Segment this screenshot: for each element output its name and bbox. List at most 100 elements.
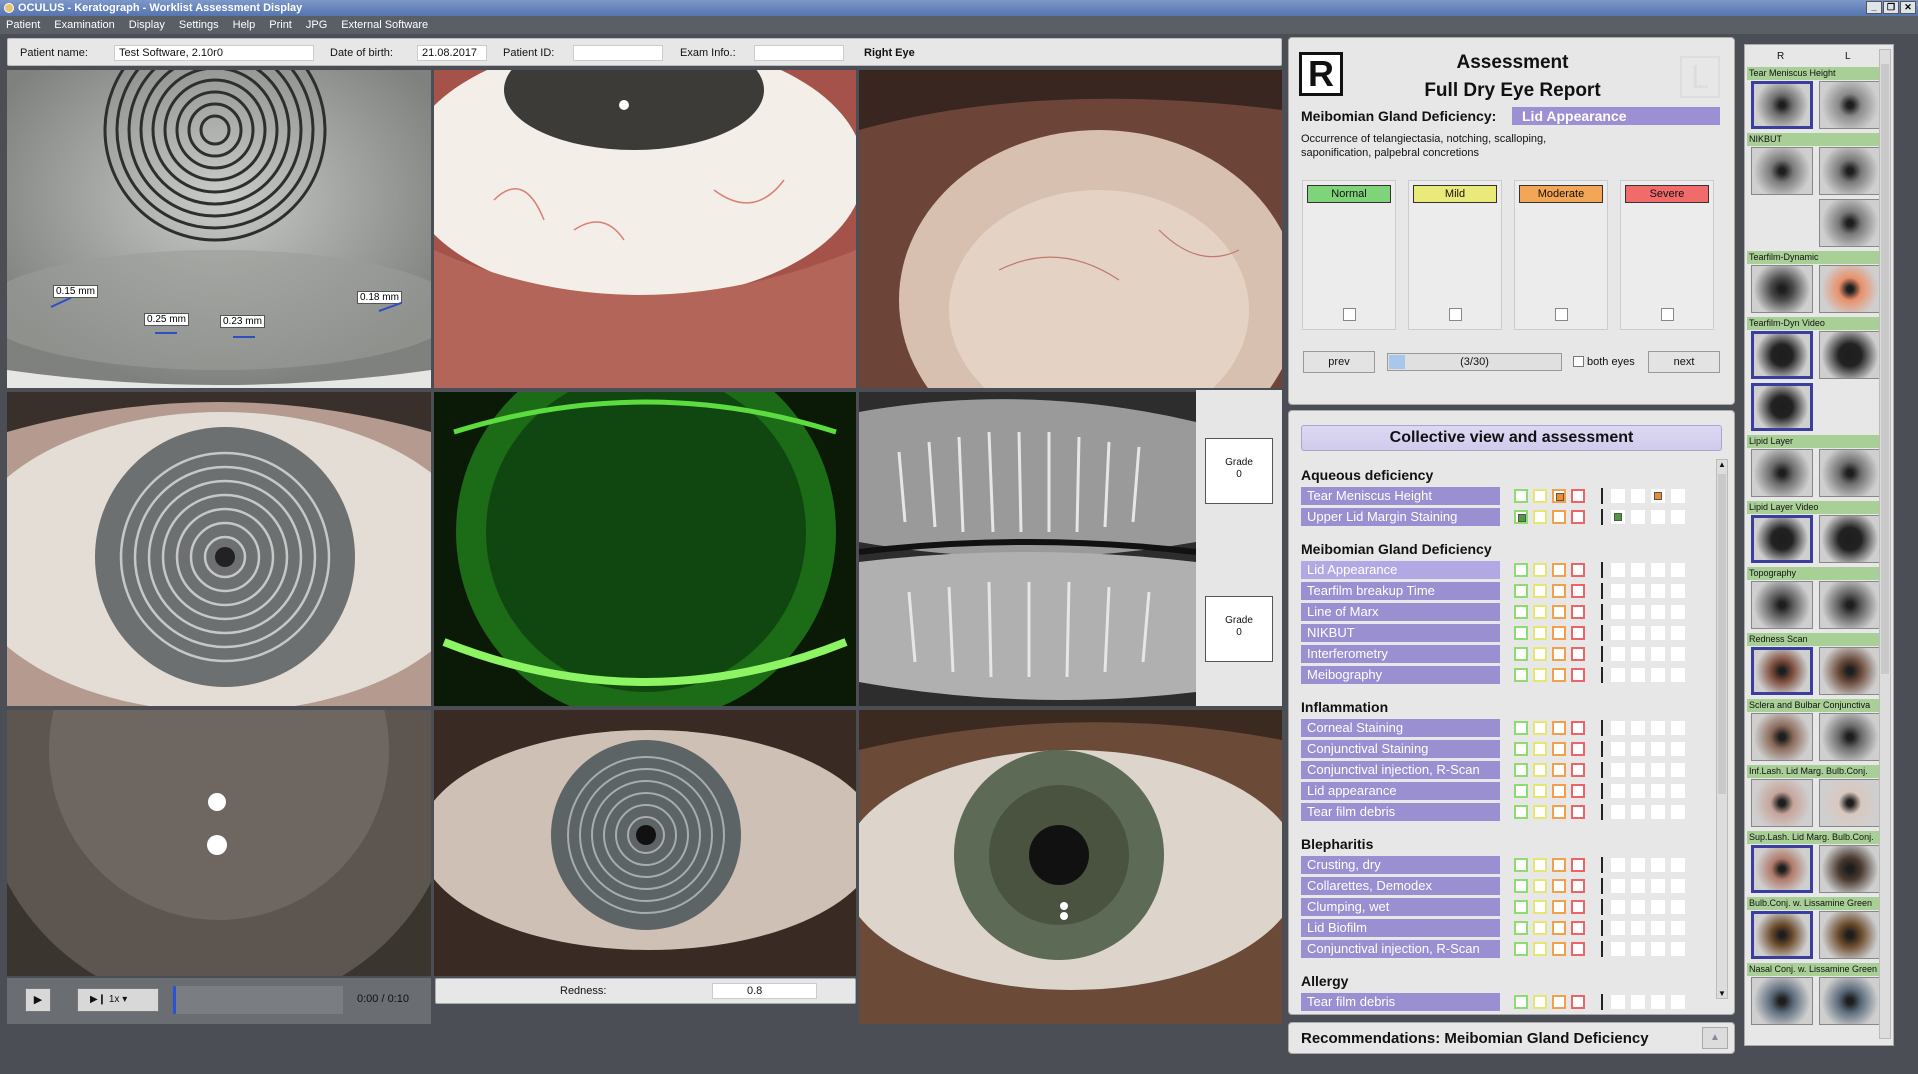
thumbnail-image[interactable]	[1819, 147, 1881, 195]
right-eye-grade-cell[interactable]	[1533, 879, 1547, 893]
both-eyes-toggle[interactable]: both eyes	[1573, 356, 1635, 368]
scroll-up-icon[interactable]: ▲	[1717, 460, 1727, 469]
speed-selector[interactable]: ▶❙ 1x ▾	[77, 988, 159, 1012]
right-eye-grade-cell[interactable]	[1552, 879, 1566, 893]
menu-external-software[interactable]: External Software	[341, 19, 428, 31]
thumbnail-image[interactable]	[1751, 647, 1813, 695]
right-eye-grade-cell[interactable]	[1552, 721, 1566, 735]
right-eye-grade-cell[interactable]	[1571, 721, 1585, 735]
left-eye-grade-cell[interactable]	[1631, 626, 1645, 640]
severity-mild-checkbox[interactable]	[1449, 308, 1462, 321]
right-eye-grade-cell[interactable]	[1533, 763, 1547, 777]
severity-normal[interactable]: Normal	[1302, 180, 1396, 330]
left-eye-grade-cell[interactable]	[1611, 879, 1625, 893]
right-eye-grade-cell[interactable]	[1514, 942, 1528, 956]
patient-id-field[interactable]	[573, 45, 663, 61]
scroll-thumb[interactable]	[1718, 474, 1726, 794]
right-eye-grade-cell[interactable]	[1533, 942, 1547, 956]
assessment-row[interactable]: Upper Lid Margin Staining	[1301, 508, 1691, 526]
right-eye-grade-cell[interactable]	[1552, 605, 1566, 619]
right-eye-grade-cell[interactable]	[1552, 563, 1566, 577]
maximize-button[interactable]: ❐	[1883, 1, 1899, 14]
next-button[interactable]: next	[1648, 351, 1720, 373]
assessment-row-label[interactable]: Tear film debris	[1301, 803, 1500, 821]
left-eye-grade-cell[interactable]	[1611, 921, 1625, 935]
right-eye-grade-cell[interactable]	[1533, 900, 1547, 914]
left-eye-grade-cell[interactable]	[1671, 721, 1685, 735]
thumbnail-image[interactable]	[1819, 845, 1881, 893]
assessment-row-label[interactable]: Meibography	[1301, 666, 1500, 684]
left-eye-grade-cell[interactable]	[1611, 563, 1625, 577]
right-eye-grade-cell[interactable]	[1514, 858, 1528, 872]
left-eye-grade-cell[interactable]	[1631, 510, 1645, 524]
left-eye-grade-cell[interactable]	[1611, 510, 1625, 524]
recommendations-bar[interactable]: Recommendations: Meibomian Gland Deficie…	[1288, 1022, 1735, 1054]
thumbnail-image[interactable]	[1819, 331, 1881, 379]
left-eye-grade-cell[interactable]	[1611, 763, 1625, 777]
right-eye-grade-cell[interactable]	[1514, 805, 1528, 819]
right-eye-grade-cell[interactable]	[1514, 563, 1528, 577]
left-eye-grade-cell[interactable]	[1611, 647, 1625, 661]
right-eye-grade-cell[interactable]	[1552, 742, 1566, 756]
left-eye-grade-cell[interactable]	[1651, 647, 1665, 661]
thumbnail-image[interactable]	[1751, 581, 1813, 629]
left-eye-grade-cell[interactable]	[1631, 668, 1645, 682]
minimize-button[interactable]: _	[1866, 1, 1882, 14]
right-eye-grade-cell[interactable]	[1571, 584, 1585, 598]
left-eye-grade-cell[interactable]	[1631, 879, 1645, 893]
thumbnail-image[interactable]	[1819, 713, 1881, 761]
left-eye-grade-cell[interactable]	[1651, 763, 1665, 777]
left-eye-grade-cell[interactable]	[1631, 900, 1645, 914]
thumbnail-scrollbar[interactable]	[1879, 49, 1891, 1039]
assessment-row[interactable]: Crusting, dry	[1301, 856, 1691, 874]
left-eye-grade-cell[interactable]	[1631, 489, 1645, 503]
assessment-row[interactable]: Conjunctival injection, R-Scan	[1301, 761, 1691, 779]
thumbnail-image[interactable]	[1751, 515, 1813, 563]
left-eye-grade-cell[interactable]	[1651, 563, 1665, 577]
right-eye-grade-cell[interactable]	[1571, 805, 1585, 819]
severity-moderate-checkbox[interactable]	[1555, 308, 1568, 321]
thumbnail-scroll-thumb[interactable]	[1881, 64, 1889, 674]
right-eye-grade-cell[interactable]	[1571, 858, 1585, 872]
thumbnail-image[interactable]	[1819, 977, 1881, 1025]
assessment-row[interactable]: Lid Appearance	[1301, 561, 1691, 579]
assessment-row-label[interactable]: Lid Appearance	[1301, 561, 1500, 579]
severity-moderate[interactable]: Moderate	[1514, 180, 1608, 330]
thumbnail-image[interactable]	[1751, 81, 1813, 129]
assessment-row-label[interactable]: Lid Biofilm	[1301, 919, 1500, 937]
left-eye-grade-cell[interactable]	[1651, 489, 1665, 503]
left-eye-grade-cell[interactable]	[1631, 605, 1645, 619]
right-eye-grade-cell[interactable]	[1571, 921, 1585, 935]
left-eye-grade-cell[interactable]	[1611, 858, 1625, 872]
right-eye-grade-cell[interactable]	[1571, 995, 1585, 1009]
assessment-row-label[interactable]: Conjunctival injection, R-Scan	[1301, 761, 1500, 779]
right-eye-grade-cell[interactable]	[1514, 742, 1528, 756]
left-eye-grade-cell[interactable]	[1611, 784, 1625, 798]
left-eye-grade-cell[interactable]	[1631, 858, 1645, 872]
right-eye-grade-cell[interactable]	[1552, 921, 1566, 935]
thumbnail-image[interactable]	[1819, 647, 1881, 695]
right-eye-grade-cell[interactable]	[1533, 489, 1547, 503]
right-eye-grade-cell[interactable]	[1533, 921, 1547, 935]
right-eye-grade-cell[interactable]	[1533, 995, 1547, 1009]
assessment-row-label[interactable]: Crusting, dry	[1301, 856, 1500, 874]
right-eye-grade-cell[interactable]	[1571, 489, 1585, 503]
play-button[interactable]: ▶	[25, 988, 51, 1012]
assessment-row-label[interactable]: Upper Lid Margin Staining	[1301, 508, 1500, 526]
right-eye-grade-cell[interactable]	[1533, 805, 1547, 819]
right-eye-grade-cell[interactable]	[1514, 647, 1528, 661]
left-eye-grade-cell[interactable]	[1611, 489, 1625, 503]
left-eye-grade-cell[interactable]	[1651, 805, 1665, 819]
left-eye-grade-cell[interactable]	[1631, 784, 1645, 798]
assessment-row-label[interactable]: Tear film debris	[1301, 993, 1500, 1011]
assessment-row-label[interactable]: Conjunctival Staining	[1301, 740, 1500, 758]
left-eye-grade-cell[interactable]	[1671, 995, 1685, 1009]
left-eye-grade-cell[interactable]	[1671, 489, 1685, 503]
scroll-down-icon[interactable]: ▼	[1717, 989, 1727, 998]
exam-info-field[interactable]	[754, 45, 844, 61]
thumbnail-image[interactable]	[1751, 383, 1813, 431]
right-eye-grade-cell[interactable]	[1514, 721, 1528, 735]
right-eye-grade-cell[interactable]	[1533, 626, 1547, 640]
left-eye-grade-cell[interactable]	[1611, 668, 1625, 682]
right-eye-grade-cell[interactable]	[1514, 921, 1528, 935]
